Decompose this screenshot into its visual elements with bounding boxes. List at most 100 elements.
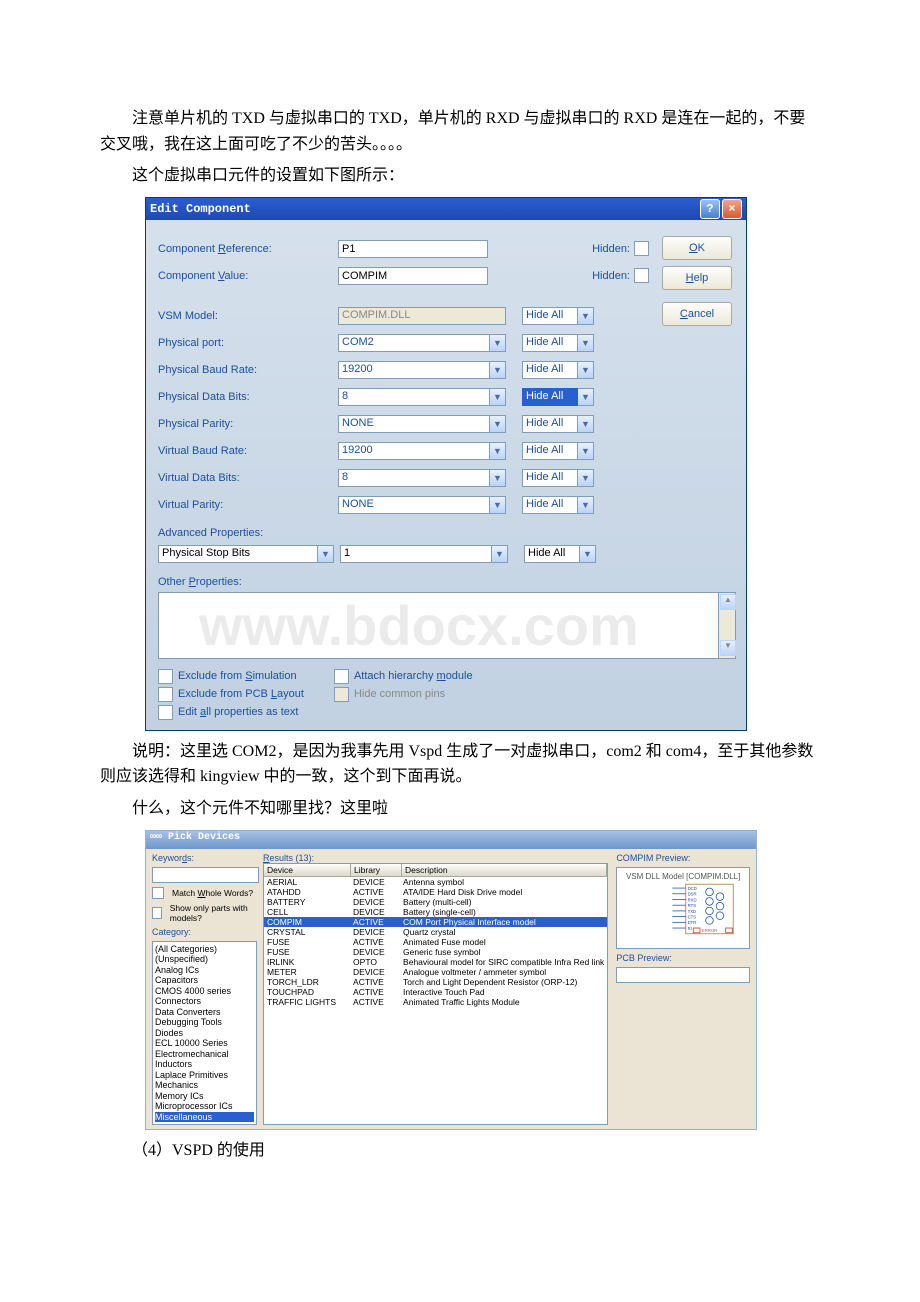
col-library[interactable]: Library <box>351 864 402 876</box>
chevron-down-icon[interactable]: ▼ <box>578 496 594 514</box>
vsm-vis-select[interactable]: Hide All <box>522 307 578 325</box>
exclude-sim-label: Exclude from Simulation <box>178 670 297 682</box>
advprop-select[interactable]: Physical Stop Bits <box>158 545 318 563</box>
help-icon[interactable]: ? <box>700 199 720 219</box>
category-item[interactable]: Laplace Primitives <box>155 1070 254 1081</box>
category-item[interactable]: Diodes <box>155 1028 254 1039</box>
category-item[interactable]: Inductors <box>155 1059 254 1070</box>
chevron-down-icon[interactable]: ▼ <box>490 496 506 514</box>
col-device[interactable]: Device <box>264 864 351 876</box>
port-vis-select[interactable]: Hide All <box>522 334 578 352</box>
dialog-titlebar[interactable]: Edit Component ? × <box>146 198 746 220</box>
exclude-pcb-checkbox[interactable] <box>158 687 173 702</box>
category-item[interactable]: (Unspecified) <box>155 954 254 965</box>
chevron-down-icon[interactable]: ▼ <box>490 334 506 352</box>
scrollbar[interactable]: ▲ ▼ <box>718 593 735 658</box>
close-icon[interactable]: × <box>722 199 742 219</box>
vsm-model-label: VSM DLL Model [COMPIM.DLL] <box>621 872 745 881</box>
chevron-down-icon[interactable]: ▼ <box>490 469 506 487</box>
hidden-checkbox-ref[interactable] <box>634 241 649 256</box>
pparity-vis-select[interactable]: Hide All <box>522 415 578 433</box>
chevron-down-icon[interactable]: ▼ <box>578 442 594 460</box>
chevron-down-icon[interactable]: ▼ <box>318 545 334 563</box>
vparity-select[interactable]: NONE <box>338 496 490 514</box>
pbaud-select[interactable]: 19200 <box>338 361 490 379</box>
chevron-down-icon[interactable]: ▼ <box>492 545 508 563</box>
category-item[interactable]: Microprocessor ICs <box>155 1101 254 1112</box>
attach-checkbox[interactable] <box>334 669 349 684</box>
table-row[interactable]: BATTERYDEVICEBattery (multi-cell) <box>264 897 607 907</box>
reference-input[interactable] <box>338 240 488 258</box>
scroll-down-icon[interactable]: ▼ <box>720 640 736 656</box>
only-checkbox[interactable] <box>152 907 162 919</box>
table-row[interactable]: IRLINKOPTOBehavioural model for SIRC com… <box>264 957 607 967</box>
svg-text:TXD: TXD <box>688 908 697 913</box>
compim-preview-icon: DCDDSR RXDRTS TXDCTS DTRRI <box>621 881 745 937</box>
category-item[interactable]: Memory ICs <box>155 1091 254 1102</box>
vdata-select[interactable]: 8 <box>338 469 490 487</box>
vbaud-select[interactable]: 19200 <box>338 442 490 460</box>
keywords-input[interactable] <box>152 867 259 883</box>
category-item[interactable]: Miscellaneous <box>155 1112 254 1123</box>
category-item[interactable]: Electromechanical <box>155 1049 254 1060</box>
vdata-vis-select[interactable]: Hide All <box>522 469 578 487</box>
pdata-select[interactable]: 8 <box>338 388 490 406</box>
chevron-down-icon[interactable]: ▼ <box>490 442 506 460</box>
category-item[interactable]: Data Converters <box>155 1007 254 1018</box>
hidden-checkbox-val[interactable] <box>634 268 649 283</box>
chevron-down-icon[interactable]: ▼ <box>578 415 594 433</box>
table-row[interactable]: TORCH_LDRACTIVETorch and Light Dependent… <box>264 977 607 987</box>
table-row[interactable]: FUSEACTIVEAnimated Fuse model <box>264 937 607 947</box>
category-item[interactable]: Analog ICs <box>155 965 254 976</box>
results-grid[interactable]: Device Library Description AERIALDEVICEA… <box>263 863 608 1126</box>
category-item[interactable]: Debugging Tools <box>155 1017 254 1028</box>
chevron-down-icon[interactable]: ▼ <box>580 545 596 563</box>
chevron-down-icon[interactable]: ▼ <box>578 334 594 352</box>
category-item[interactable]: CMOS 4000 series <box>155 986 254 997</box>
table-row[interactable]: FUSEDEVICEGeneric fuse symbol <box>264 947 607 957</box>
table-row[interactable]: METERDEVICEAnalogue voltmeter / ammeter … <box>264 967 607 977</box>
chevron-down-icon[interactable]: ▼ <box>578 361 594 379</box>
table-row[interactable]: COMPIMACTIVECOM Port Physical Interface … <box>264 917 607 927</box>
category-item[interactable]: Connectors <box>155 996 254 1007</box>
pbaud-vis-select[interactable]: Hide All <box>522 361 578 379</box>
cancel-button[interactable]: Cancel <box>662 302 732 326</box>
value-input[interactable] <box>338 267 488 285</box>
category-list[interactable]: (All Categories)(Unspecified)Analog ICsC… <box>152 941 257 1126</box>
scroll-up-icon[interactable]: ▲ <box>720 594 736 610</box>
pparity-select[interactable]: NONE <box>338 415 490 433</box>
chevron-down-icon[interactable]: ▼ <box>578 307 594 325</box>
chevron-down-icon[interactable]: ▼ <box>578 388 594 406</box>
category-item[interactable]: (All Categories) <box>155 944 254 955</box>
port-select[interactable]: COM2 <box>338 334 490 352</box>
vparity-vis-select[interactable]: Hide All <box>522 496 578 514</box>
table-row[interactable]: AERIALDEVICEAntenna symbol <box>264 877 607 887</box>
table-row[interactable]: TOUCHPADACTIVEInteractive Touch Pad <box>264 987 607 997</box>
vbaud-vis-select[interactable]: Hide All <box>522 442 578 460</box>
chevron-down-icon[interactable]: ▼ <box>578 469 594 487</box>
advval-select[interactable]: 1 <box>340 545 492 563</box>
col-description[interactable]: Description <box>402 864 607 876</box>
dialog-title: Edit Component <box>150 202 251 216</box>
help-button[interactable]: Help <box>662 266 732 290</box>
svg-text:RTS: RTS <box>688 903 697 908</box>
chevron-down-icon[interactable]: ▼ <box>490 415 506 433</box>
edit-all-checkbox[interactable] <box>158 705 173 720</box>
pick-devices-title[interactable]: ∞∞ Pick Devices <box>146 831 756 849</box>
category-item[interactable]: ECL 10000 Series <box>155 1038 254 1049</box>
exclude-sim-checkbox[interactable] <box>158 669 173 684</box>
table-row[interactable]: TRAFFIC LIGHTSACTIVEAnimated Traffic Lig… <box>264 997 607 1007</box>
pdata-vis-select[interactable]: Hide All <box>522 388 578 406</box>
match-checkbox[interactable] <box>152 887 164 899</box>
chevron-down-icon[interactable]: ▼ <box>490 361 506 379</box>
table-row[interactable]: ATAHDDACTIVEATA/IDE Hard Disk Drive mode… <box>264 887 607 897</box>
adv-vis-select[interactable]: Hide All <box>524 545 580 563</box>
paragraph-5: （4）VSPD 的使用 <box>100 1138 820 1164</box>
ok-button[interactable]: OK <box>662 236 732 260</box>
category-item[interactable]: Capacitors <box>155 975 254 986</box>
table-row[interactable]: CELLDEVICEBattery (single-cell) <box>264 907 607 917</box>
category-item[interactable]: Mechanics <box>155 1080 254 1091</box>
other-properties-textarea[interactable]: www.bdocx.com ▲ ▼ <box>158 592 736 659</box>
table-row[interactable]: CRYSTALDEVICEQuartz crystal <box>264 927 607 937</box>
chevron-down-icon[interactable]: ▼ <box>490 388 506 406</box>
